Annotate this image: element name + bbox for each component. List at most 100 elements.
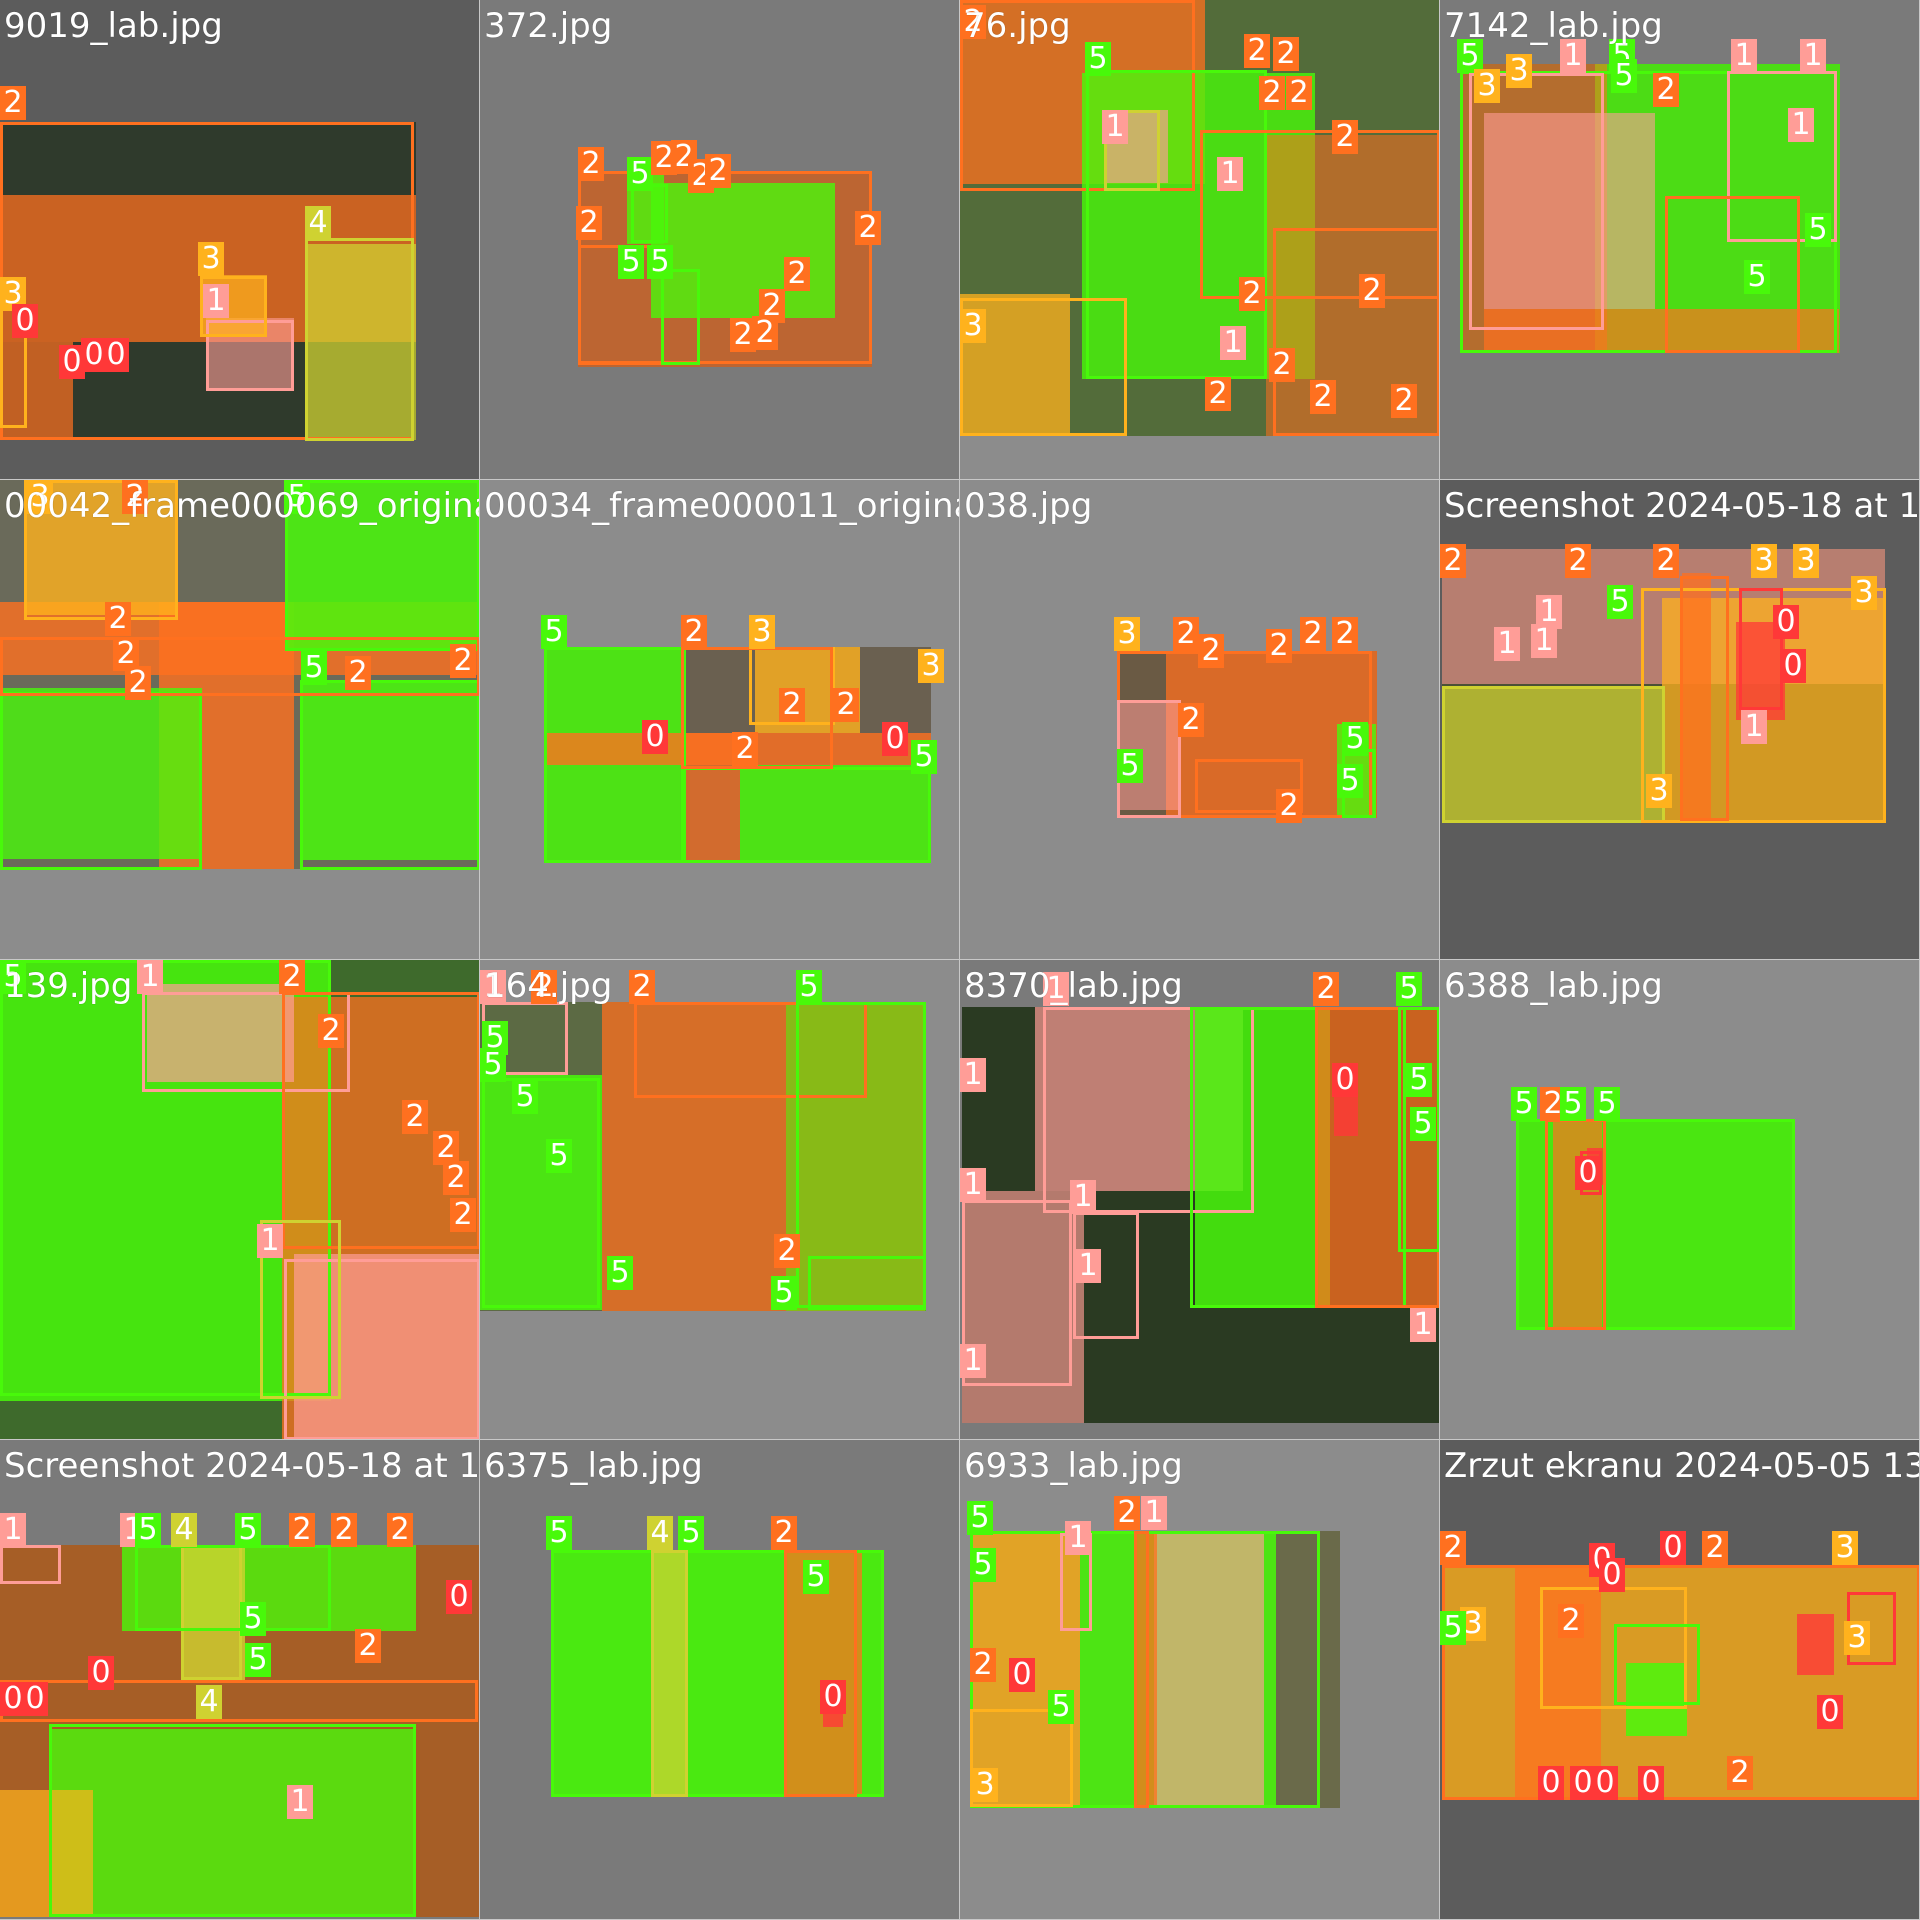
mosaic-tile: 2302003200002305Zrzut ekranu 2024-05-05 … — [1440, 1440, 1920, 1920]
class-label: 5 — [546, 1516, 572, 1550]
class-label: 2 — [450, 644, 476, 678]
class-label: 1 — [1800, 39, 1826, 73]
class-label: 5 — [235, 1513, 261, 1547]
class-label: 2 — [833, 688, 859, 722]
class-label: 1 — [1065, 1521, 1091, 1555]
tile-filename: Screenshot 2024-05-18 at 10 — [1444, 486, 1920, 526]
class-label: 2 — [1300, 617, 1326, 651]
class-label: 2 — [1266, 629, 1292, 663]
class-label: 5 — [911, 740, 937, 774]
tile-filename: 00042_frame000069_original.jpg — [4, 486, 479, 526]
class-label: 0 — [1660, 1531, 1686, 1565]
tile-filename: 038.jpg — [964, 486, 1093, 526]
class-label: 3 — [1832, 1531, 1858, 1565]
class-label: 5 — [1511, 1087, 1537, 1121]
class-label: 2 — [355, 1629, 381, 1663]
class-label: 3 — [960, 309, 986, 343]
class-label: 2 — [681, 615, 707, 649]
class-label: 0 — [88, 1656, 114, 1690]
class-label: 2 — [402, 1100, 428, 1134]
class-label: 2 — [1205, 377, 1231, 411]
class-label: 3 — [749, 615, 775, 649]
class-label: 5 — [618, 245, 644, 279]
class-label: 0 — [1817, 1695, 1843, 1729]
class-label: 5 — [1406, 1063, 1432, 1097]
class-label: 2 — [771, 1516, 797, 1550]
class-label: 3 — [918, 649, 944, 683]
class-label: 0 — [446, 1580, 472, 1614]
tile-filename: 8370_lab.jpg — [964, 966, 1183, 1006]
mosaic-tile: 2 5 2 2 1 2 2 1 2 2 2 3 2 2 1 2 2 76.jpg — [960, 0, 1440, 480]
class-label: 2 — [1310, 380, 1336, 414]
mosaic-tile: 3 2 2 2 2 2 2 5 5 5 2 038.jpg — [960, 480, 1440, 960]
class-label: 1 — [1102, 110, 1128, 144]
class-label: 2 — [1565, 544, 1591, 578]
bounding-box — [1134, 1531, 1149, 1808]
class-label: 2 — [1653, 73, 1679, 107]
class-label: 2 — [1359, 274, 1385, 308]
tile-filename: 00034_frame000011_original.jpg — [484, 486, 959, 526]
class-label: 2 — [1273, 37, 1299, 71]
class-label: 5 — [1594, 1087, 1620, 1121]
class-label: 2 — [105, 602, 131, 636]
tile-filename: 139.jpg — [4, 966, 133, 1006]
class-label: 2 — [1440, 1531, 1466, 1565]
class-label: 1 — [1788, 108, 1814, 142]
class-label: 0 — [1575, 1156, 1601, 1190]
mosaic-tile: 2 3 3 1 4 0 0 0 0 9019_lab.jpg — [0, 0, 480, 480]
class-label: 5 — [480, 1048, 506, 1082]
bounding-box — [1665, 196, 1800, 353]
class-label: 0 — [103, 338, 129, 372]
class-label: 0 — [642, 720, 668, 754]
bounding-box — [0, 1680, 478, 1722]
bounding-box — [544, 647, 686, 863]
class-label: 5 — [1744, 260, 1770, 294]
class-label: 2 — [289, 1513, 315, 1547]
class-label: 2 — [1286, 76, 1312, 110]
class-label: 5 — [1342, 722, 1368, 756]
class-label: 3 — [1646, 774, 1672, 808]
mosaic-tile: 1 2 5 0 1 1 1 1 1 1 5 5 8370_lab.jpg — [960, 960, 1440, 1440]
class-label: 5 — [1085, 42, 1111, 76]
class-label: 0 — [882, 722, 908, 756]
class-label: 2 — [1198, 634, 1224, 668]
mosaic-tile: 1 2 2 5 5 5 5 5 2 5 5 164.jpg — [480, 960, 960, 1440]
mosaic-tile: 2 2 2 3 3 3 1 0 0 5 1 1 3 1 Screenshot 2024-05-18 at 1… — [1440, 480, 1920, 960]
tile-filename: Zrzut ekranu 2024-05-05 13 — [1444, 1446, 1920, 1486]
class-label: 5 — [607, 1256, 633, 1290]
class-label: 2 — [1178, 703, 1204, 737]
class-label: 5 — [245, 1643, 271, 1677]
class-label: 3 — [1114, 617, 1140, 651]
class-label: 5 — [1805, 213, 1831, 247]
mosaic-tile: 5 2 1 5 1 2 0 5 3 6933_lab.jpg — [960, 1440, 1440, 1920]
class-label: 2 — [1269, 348, 1295, 382]
class-label: 1 — [1070, 1180, 1096, 1214]
class-label: 1 — [1731, 39, 1757, 73]
bounding-box — [135, 1545, 331, 1631]
bounding-box — [661, 269, 700, 365]
mosaic-tile: 5 3 3 1 5 5 2 1 1 5 5 1 7142_lab.jpg — [1440, 0, 1920, 480]
class-label: 1 — [960, 1344, 986, 1378]
class-label: 5 — [135, 1513, 161, 1547]
class-label: 5 — [1560, 1087, 1586, 1121]
class-label: 5 — [541, 615, 567, 649]
class-label: 4 — [305, 206, 331, 240]
class-label: 3 — [1793, 544, 1819, 578]
class-label: 2 — [345, 656, 371, 690]
class-label: 2 — [125, 666, 151, 700]
class-label: 1 — [137, 960, 163, 994]
tile-filename: 9019_lab.jpg — [4, 6, 223, 46]
class-label: 2 — [732, 732, 758, 766]
class-label: 5 — [796, 970, 822, 1004]
class-label: 3 — [198, 242, 224, 276]
class-label: 2 — [784, 257, 810, 291]
class-label: 2 — [1653, 544, 1679, 578]
class-label: 2 — [1727, 1756, 1753, 1790]
class-label: 5 — [678, 1516, 704, 1550]
class-label: 5 — [771, 1276, 797, 1310]
class-label: 1 — [1141, 1496, 1167, 1530]
tile-filename: 6933_lab.jpg — [964, 1446, 1183, 1486]
class-label: 5 — [1611, 59, 1637, 93]
class-label: 2 — [629, 970, 655, 1004]
class-label: 2 — [1173, 617, 1199, 651]
